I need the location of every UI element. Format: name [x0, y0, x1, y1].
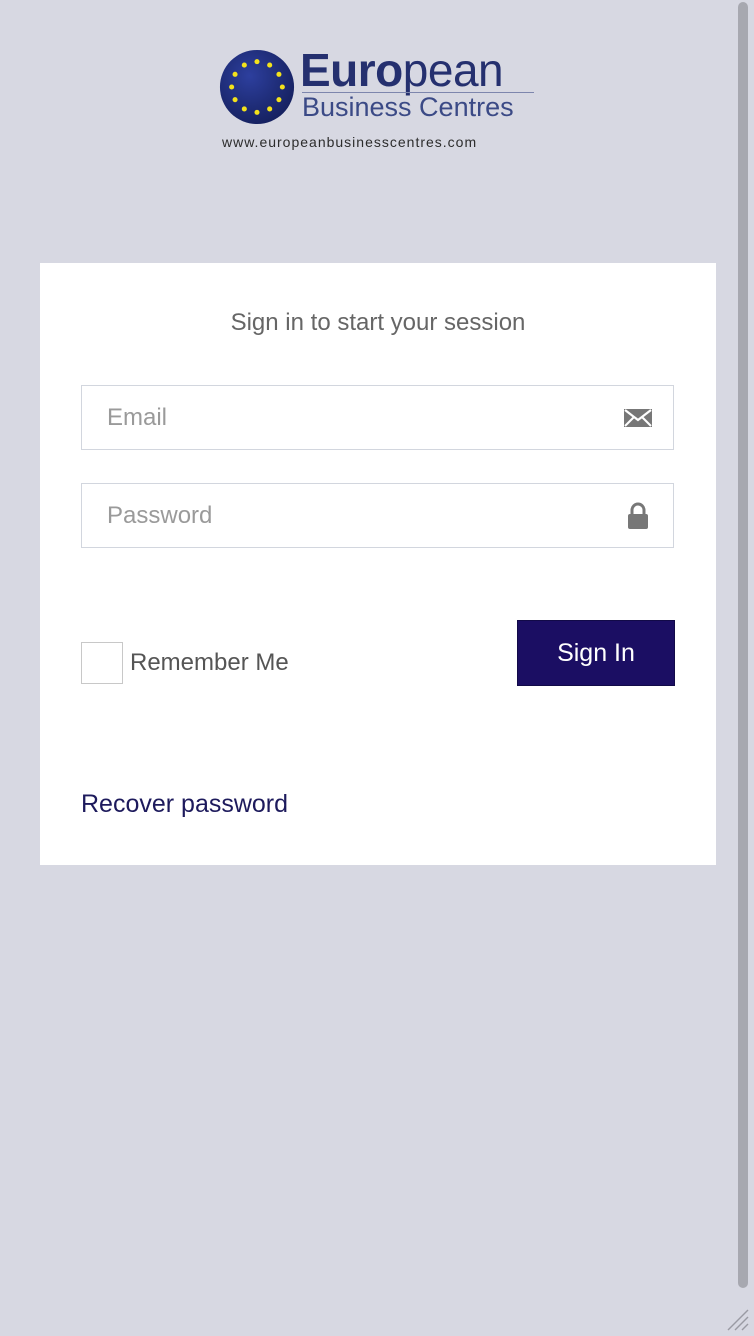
- password-input[interactable]: [82, 484, 673, 547]
- logo-title-rest: pean: [402, 44, 504, 96]
- login-card: Sign in to start your session Remember M…: [40, 263, 716, 865]
- logo-subtitle: Business Centres: [302, 92, 514, 122]
- remember-me-checkbox[interactable]: [81, 642, 123, 684]
- password-field[interactable]: [81, 483, 674, 548]
- vertical-scrollbar[interactable]: [737, 0, 754, 1336]
- eu-flag-globe-icon: [219, 49, 295, 125]
- email-field[interactable]: [81, 385, 674, 450]
- login-message: Sign in to start your session: [230, 309, 526, 336]
- lock-icon: [628, 502, 648, 529]
- logo-url: www.europeanbusinesscentres.com: [222, 134, 478, 150]
- scrollbar-thumb[interactable]: [738, 2, 748, 1288]
- envelope-icon: [624, 408, 652, 427]
- remember-me[interactable]: Remember Me: [81, 641, 289, 685]
- recover-password-link[interactable]: Recover password: [81, 790, 288, 819]
- remember-me-label[interactable]: Remember Me: [130, 649, 289, 677]
- email-input[interactable]: [82, 386, 673, 449]
- sign-in-button[interactable]: Sign In: [517, 620, 675, 686]
- logo-title: European: [300, 44, 504, 96]
- brand-logo: European Business Centres www.europeanbu…: [218, 44, 538, 154]
- logo-title-bold: Euro: [300, 44, 403, 96]
- resize-grip-icon[interactable]: [724, 1306, 750, 1332]
